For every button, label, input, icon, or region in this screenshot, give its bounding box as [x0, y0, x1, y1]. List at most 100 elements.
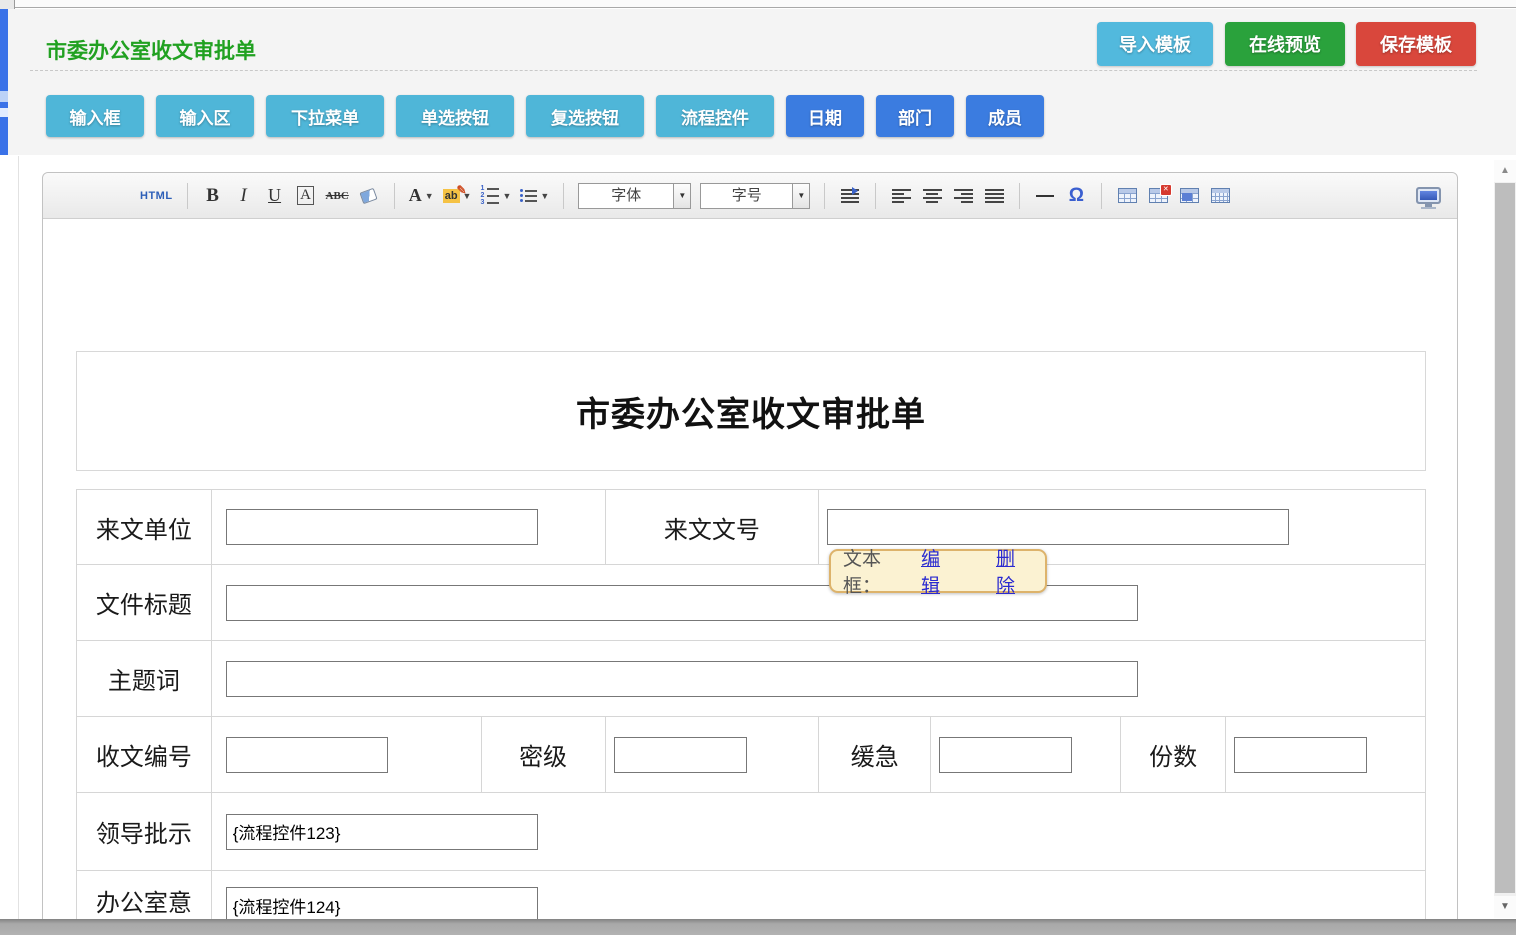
toolbar-separator — [563, 183, 564, 209]
font-color-button[interactable]: A▼ — [409, 182, 434, 210]
toolbar-separator — [1101, 183, 1102, 209]
delete-table-button[interactable] — [1147, 182, 1169, 210]
copies-input[interactable] — [1234, 737, 1367, 773]
window-bottom-edge — [0, 919, 1516, 935]
form-label-docno: 来文文号 — [605, 490, 819, 565]
table-properties-button[interactable] — [1209, 182, 1231, 210]
ordered-list-button[interactable]: 1 2 3 ▼ — [480, 182, 511, 210]
align-center-icon — [923, 189, 942, 203]
unordered-list-icon — [520, 189, 537, 202]
underline-button[interactable]: U — [264, 182, 286, 210]
special-char-button[interactable]: Ω — [1065, 182, 1087, 210]
eraser-icon — [360, 187, 378, 203]
italic-button[interactable]: I — [233, 182, 255, 210]
widget-member-button[interactable]: 成员 — [966, 95, 1044, 137]
widget-button-row: 输入框 输入区 下拉菜单 单选按钮 复选按钮 流程控件 日期 部门 成员 — [46, 95, 1044, 137]
widget-date-button[interactable]: 日期 — [786, 95, 864, 137]
urgency-input[interactable] — [939, 737, 1072, 773]
indent-icon — [841, 189, 859, 203]
widget-flow-control-button[interactable]: 流程控件 — [656, 95, 774, 137]
online-preview-button[interactable]: 在线预览 — [1225, 22, 1345, 66]
align-left-button[interactable] — [890, 182, 912, 210]
toolbar-separator — [1019, 183, 1020, 209]
form-row-unit: 来文单位 来文文号 — [77, 490, 1426, 565]
container-left-border — [18, 156, 19, 919]
secrecy-input[interactable] — [614, 737, 747, 773]
highlight-color-button[interactable]: ab✎▼ — [443, 182, 472, 210]
import-template-button[interactable]: 导入模板 — [1097, 22, 1213, 66]
receipt-no-input[interactable] — [226, 737, 388, 773]
form-label-urgency: 缓急 — [819, 717, 931, 793]
chevron-down-icon: ▼ — [502, 191, 511, 201]
scroll-down-arrow-icon[interactable]: ▼ — [1494, 896, 1516, 918]
cell-properties-icon — [1180, 188, 1199, 203]
page-title: 市委办公室收文审批单 — [46, 35, 256, 65]
chevron-down-icon: ▼ — [425, 191, 434, 201]
table-properties-icon — [1211, 188, 1230, 203]
toolbar-separator — [824, 183, 825, 209]
form-row-doc-title: 文件标题 — [77, 565, 1426, 641]
form-row-receipt: 收文编号 密级 缓急 份数 — [77, 717, 1426, 793]
window-top-border — [0, 0, 1516, 8]
html-source-button[interactable]: HTML — [140, 182, 173, 210]
toolbar-separator — [394, 183, 395, 209]
form-title-block: 市委办公室收文审批单 — [76, 351, 1426, 471]
tooltip-type-label: 文本框： — [843, 544, 917, 598]
align-justify-button[interactable] — [983, 182, 1005, 210]
subject-input[interactable] — [226, 661, 1138, 697]
form-label-subject: 主题词 — [77, 641, 212, 717]
indent-button[interactable] — [839, 182, 861, 210]
chevron-down-icon[interactable]: ▼ — [673, 184, 690, 208]
leader-input[interactable] — [226, 814, 538, 850]
font-size-select[interactable]: 字号 ▼ — [700, 183, 810, 209]
align-right-button[interactable] — [952, 182, 974, 210]
cell-properties-button[interactable] — [1178, 182, 1200, 210]
bold-button[interactable]: B — [202, 182, 224, 210]
chevron-down-icon[interactable]: ▼ — [792, 184, 809, 208]
form-label-leader: 领导批示 — [77, 793, 212, 871]
edit-link[interactable]: 编辑 — [921, 544, 958, 598]
unit-input[interactable] — [226, 509, 538, 545]
fullscreen-button[interactable] — [1416, 182, 1441, 210]
widget-dropdown-button[interactable]: 下拉菜单 — [266, 95, 384, 137]
office-input[interactable] — [226, 887, 538, 923]
form-label-receipt-no: 收文编号 — [77, 717, 212, 793]
widget-textarea-button[interactable]: 输入区 — [156, 95, 254, 137]
window-corner — [0, 0, 15, 9]
align-right-icon — [954, 189, 973, 203]
toolbar-separator — [187, 183, 188, 209]
font-family-select[interactable]: 字体 ▼ — [578, 183, 691, 209]
widget-checkbox-button[interactable]: 复选按钮 — [526, 95, 644, 137]
save-template-button[interactable]: 保存模板 — [1356, 22, 1476, 66]
highlight-icon: ab✎ — [443, 189, 460, 203]
header-divider — [30, 70, 1477, 71]
delete-link[interactable]: 删除 — [996, 544, 1033, 598]
remove-format-button[interactable] — [358, 182, 380, 210]
widget-radio-button[interactable]: 单选按钮 — [396, 95, 514, 137]
strikethrough-button[interactable]: ABC — [326, 182, 349, 210]
insert-table-button[interactable] — [1116, 182, 1138, 210]
boxed-text-button[interactable]: A — [297, 186, 314, 205]
widget-department-button[interactable]: 部门 — [876, 95, 954, 137]
ordered-list-icon: 1 2 3 — [480, 186, 499, 205]
monitor-icon — [1416, 187, 1441, 204]
form-label-unit: 来文单位 — [77, 490, 212, 565]
sliver-mark — [0, 91, 8, 102]
widget-input-box-button[interactable]: 输入框 — [46, 95, 144, 137]
rich-text-editor: HTML B I U A ABC A▼ ab✎▼ 1 2 3 ▼ ▼ — [42, 172, 1458, 935]
form-label-doc-title: 文件标题 — [77, 565, 212, 641]
align-left-icon — [892, 189, 911, 203]
widget-tooltip: 文本框： 编辑 删除 — [829, 549, 1047, 593]
form-label-copies: 份数 — [1121, 717, 1226, 793]
vertical-scrollbar[interactable]: ▲ ▼ — [1494, 160, 1516, 918]
delete-table-icon — [1149, 188, 1168, 203]
scrollbar-thumb[interactable] — [1495, 183, 1515, 893]
unordered-list-button[interactable]: ▼ — [520, 182, 549, 210]
docno-input[interactable] — [827, 509, 1289, 545]
align-center-button[interactable] — [921, 182, 943, 210]
horizontal-rule-button[interactable] — [1034, 182, 1056, 210]
chevron-down-icon: ▼ — [540, 191, 549, 201]
form-title: 市委办公室收文审批单 — [576, 387, 926, 436]
scroll-up-arrow-icon[interactable]: ▲ — [1494, 160, 1516, 182]
sliver-mark — [0, 108, 8, 117]
